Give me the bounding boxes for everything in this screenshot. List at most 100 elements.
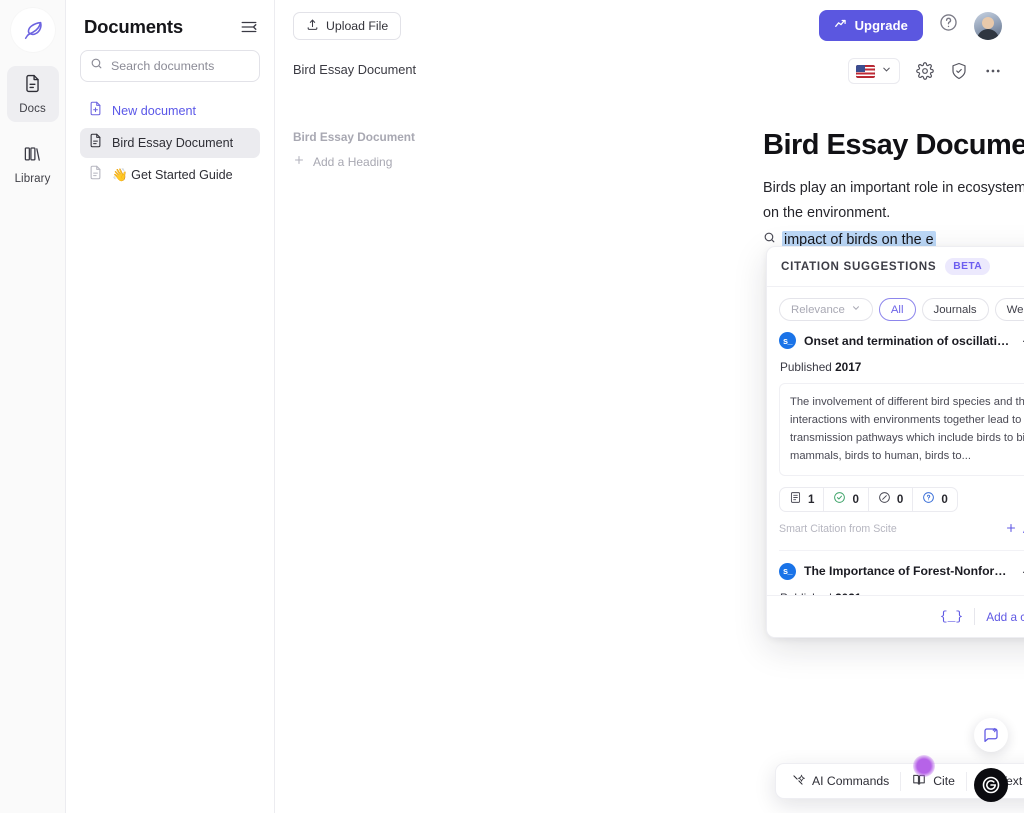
document-heading[interactable]: Bird Essay Document [763, 128, 1024, 163]
plus-icon [293, 154, 305, 169]
search-input[interactable] [111, 59, 271, 73]
document-paragraph[interactable]: Birds play an important role in ecosyste… [763, 176, 1024, 226]
published-label: Published [780, 591, 832, 595]
trend-up-icon [834, 17, 848, 34]
document-icon [23, 74, 42, 98]
custom-citation-code-icon[interactable]: {_} [940, 609, 963, 624]
chat-sparkle-icon[interactable] [974, 718, 1008, 752]
citation-panel-footer: {_} Add a custom citation [767, 595, 1024, 637]
list-item-new-document[interactable]: New document [80, 96, 260, 126]
left-icon-rail: Docs Library [0, 0, 66, 813]
document-icon [88, 133, 103, 153]
shield-check-icon[interactable] [950, 62, 968, 80]
upload-file-label: Upload File [326, 19, 389, 33]
sidebar-item-label: Docs [19, 102, 46, 115]
slash-circle-icon [878, 491, 891, 507]
filter-label: Websites [1006, 303, 1024, 316]
list-item-bird-essay-document[interactable]: Bird Essay Document [80, 128, 260, 158]
main-area: Upload File Upgrade Bird Essay Document … [275, 0, 1024, 813]
citation-suggestions-panel: CITATION SUGGESTIONS BETA Relevance All … [766, 246, 1024, 638]
top-header-row: Upload File Upgrade [275, 0, 1024, 50]
external-link-icon[interactable] [1020, 564, 1024, 579]
citation-result-header: s_ The Importance of Forest-Nonforest Tr… [779, 562, 1024, 580]
documents-header: Documents [80, 0, 260, 50]
published-year: 2021 [835, 591, 861, 595]
ai-commands-button[interactable]: AI Commands [780, 764, 900, 798]
scite-badge-icon: s_ [779, 332, 796, 349]
language-selector[interactable] [848, 58, 900, 84]
books-icon [23, 144, 42, 168]
filter-label: All [890, 303, 904, 316]
ai-sparkle-icon [791, 773, 806, 790]
filter-label: Journals [933, 303, 977, 316]
search-documents-box[interactable] [80, 50, 289, 82]
add-custom-citation-button[interactable]: Add a custom citation [986, 610, 1024, 624]
upload-icon [306, 18, 319, 34]
sort-relevance-dropdown[interactable]: Relevance [779, 298, 873, 321]
document-tools-row: Bird Essay Document [275, 50, 1024, 92]
citation-result-item: s_ The Importance of Forest-Nonforest Tr… [779, 551, 1024, 595]
citation-metrics: 1 0 0 0 [779, 486, 958, 512]
documents-sidebar: Documents Search documents New document … [66, 0, 289, 813]
add-heading-button[interactable]: Add a Heading [293, 154, 463, 169]
new-document-icon [88, 101, 103, 121]
document-outline: Bird Essay Document Add a Heading [293, 130, 463, 169]
metric-value: 1 [808, 492, 815, 506]
document-outline-icon [88, 165, 103, 185]
sidebar-item-label: Library [14, 172, 51, 185]
upgrade-button[interactable]: Upgrade [818, 10, 923, 41]
add-as-citation-button[interactable]: Add as citation [1005, 522, 1024, 537]
list-item-label: New document [112, 104, 196, 118]
breadcrumb: Bird Essay Document [293, 62, 417, 77]
filter-websites[interactable]: Websites [994, 298, 1024, 321]
chevron-down-icon [851, 303, 861, 316]
status-badge: BETA [945, 258, 991, 275]
us-flag-icon [856, 64, 875, 78]
citation-published: Published 2017 [780, 360, 1024, 374]
metric-mentions[interactable]: 1 [780, 487, 825, 511]
citation-panel-title: CITATION SUGGESTIONS [781, 260, 937, 273]
metric-value: 0 [941, 492, 948, 506]
feather-logo[interactable] [10, 8, 55, 52]
smart-citation-note: Smart Citation from Scite [779, 523, 897, 536]
collapse-panel-icon[interactable] [240, 18, 258, 36]
metric-supporting[interactable]: 0 [824, 487, 869, 511]
citation-result-header: s_ Onset and termination of oscillation … [779, 332, 1024, 349]
citation-published: Published 2021 [780, 591, 1024, 595]
sort-label: Relevance [791, 303, 845, 316]
cite-label: Cite [933, 774, 955, 788]
citation-footer: Smart Citation from Scite Add as citatio… [779, 522, 1024, 551]
more-horizontal-icon[interactable] [984, 62, 1002, 80]
citation-title-link[interactable]: Onset and termination of oscillation of … [804, 334, 1012, 348]
citation-title-link[interactable]: The Importance of Forest-Nonforest Tra..… [804, 564, 1012, 578]
plus-icon [1005, 522, 1017, 537]
external-link-icon[interactable] [1020, 333, 1024, 348]
help-circle-icon[interactable] [939, 13, 958, 37]
avatar[interactable] [974, 12, 1002, 40]
search-icon [90, 57, 103, 75]
list-item-label: Bird Essay Document [112, 136, 234, 150]
document-icon [789, 491, 802, 507]
metric-value: 0 [896, 492, 904, 506]
published-label: Published [780, 360, 832, 374]
upload-file-button[interactable]: Upload File [293, 12, 402, 40]
scite-badge-icon: s_ [779, 562, 796, 580]
sidebar-item-docs[interactable]: Docs [6, 66, 59, 122]
filter-all[interactable]: All [878, 298, 916, 321]
citation-panel-header: CITATION SUGGESTIONS BETA [767, 247, 1024, 287]
grammarly-icon[interactable] [974, 768, 1008, 802]
page-title: Documents [84, 16, 183, 37]
list-item-get-started-guide[interactable]: 👋 Get Started Guide [80, 160, 260, 190]
metric-mentioning[interactable]: 0 [913, 488, 956, 511]
add-heading-label: Add a Heading [313, 154, 393, 169]
metric-contrasting[interactable]: 0 [869, 487, 914, 511]
chevron-down-icon [881, 62, 892, 80]
check-circle-icon [833, 491, 846, 507]
filter-journals[interactable]: Journals [921, 298, 989, 321]
document-editor[interactable]: Bird Essay Document Birds play an import… [763, 128, 1024, 250]
published-year: 2017 [835, 360, 862, 374]
gear-icon[interactable] [916, 62, 934, 80]
sidebar-item-library[interactable]: Library [7, 136, 59, 192]
citation-results-list[interactable]: s_ Onset and termination of oscillation … [767, 330, 1024, 595]
upgrade-label: Upgrade [854, 18, 908, 33]
